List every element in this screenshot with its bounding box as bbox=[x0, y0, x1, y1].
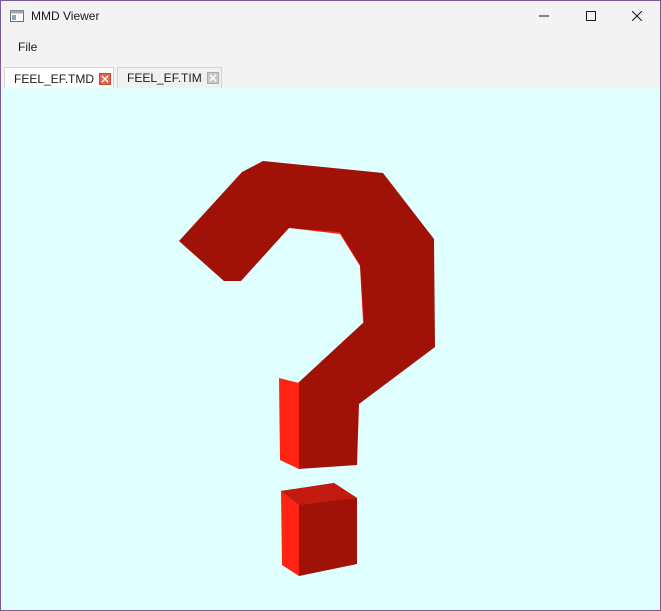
tab-close-button[interactable] bbox=[99, 72, 112, 85]
tab-close-button[interactable] bbox=[206, 72, 219, 84]
3d-viewport[interactable] bbox=[2, 88, 659, 609]
menu-bar: File bbox=[1, 33, 660, 61]
title-bar[interactable]: MMD Viewer bbox=[1, 1, 660, 31]
minimize-button[interactable] bbox=[521, 1, 567, 31]
model-side-face bbox=[279, 378, 299, 469]
tab-label: FEEL_EF.TIM bbox=[127, 71, 202, 85]
app-window: MMD Viewer File FEEL_EF.TMD FEEL_EF.TIM bbox=[0, 0, 661, 611]
model-front-face bbox=[179, 161, 435, 469]
window-title: MMD Viewer bbox=[31, 9, 100, 23]
question-mark-model bbox=[179, 161, 435, 576]
close-icon bbox=[632, 11, 642, 21]
maximize-button[interactable] bbox=[568, 1, 614, 31]
menu-file[interactable]: File bbox=[10, 37, 45, 57]
close-icon bbox=[101, 75, 109, 82]
close-icon bbox=[209, 74, 217, 82]
tab-bar: FEEL_EF.TMD FEEL_EF.TIM bbox=[1, 65, 660, 89]
close-button[interactable] bbox=[614, 1, 660, 31]
model-side-face bbox=[281, 491, 299, 576]
maximize-icon bbox=[586, 11, 596, 21]
app-window-icon bbox=[10, 10, 24, 22]
tab-label: FEEL_EF.TMD bbox=[14, 71, 95, 86]
tab-feel-ef-tmd[interactable]: FEEL_EF.TMD bbox=[4, 67, 114, 89]
minimize-icon bbox=[539, 15, 549, 17]
tab-feel-ef-tim[interactable]: FEEL_EF.TIM bbox=[117, 67, 222, 88]
